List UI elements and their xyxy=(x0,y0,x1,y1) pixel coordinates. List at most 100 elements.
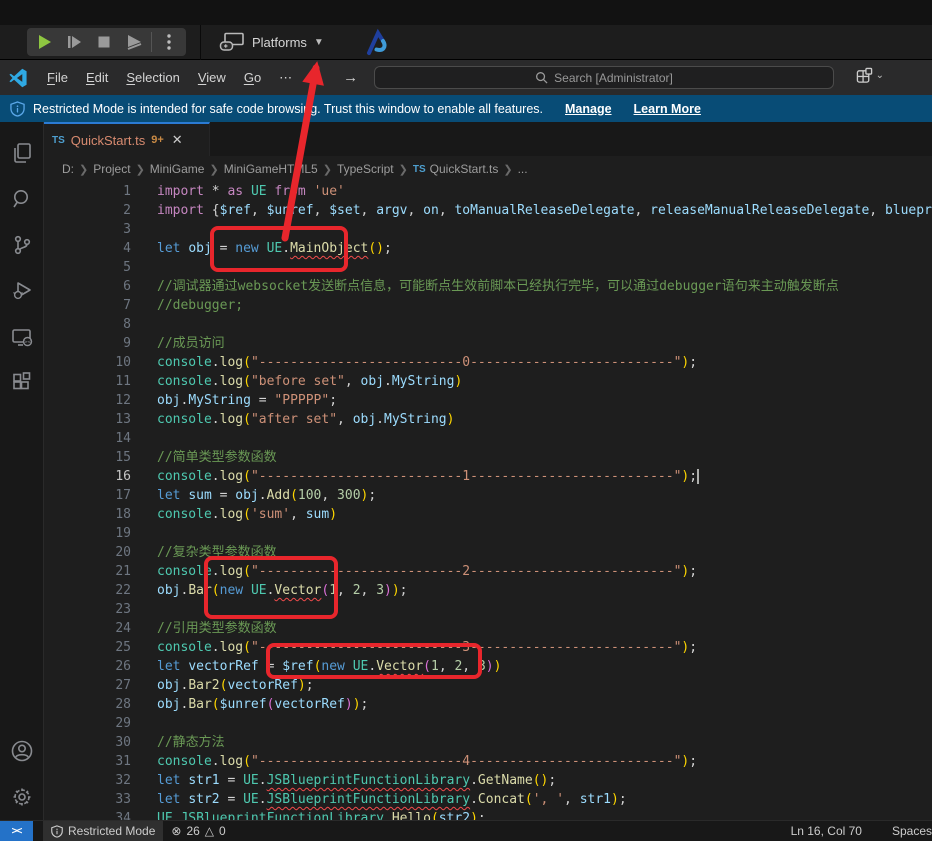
menu-item-selection[interactable]: Selection xyxy=(117,66,188,90)
code-line[interactable]: 25console.log("-------------------------… xyxy=(44,638,932,657)
code-line[interactable]: 9//成员访问 xyxy=(44,334,932,353)
code-line[interactable]: 6//调试器通过websocket发送断点信息，可能断点生效前脚本已经执行完毕，… xyxy=(44,277,932,296)
back-arrow-button[interactable]: ← xyxy=(301,69,334,86)
menu-item-view[interactable]: View xyxy=(189,66,235,90)
code-line[interactable]: 31console.log("-------------------------… xyxy=(44,752,932,771)
line-number: 21 xyxy=(44,562,131,581)
code-line[interactable]: 27obj.Bar2(vectorRef); xyxy=(44,676,932,695)
breadcrumb-separator: ❯ xyxy=(136,163,145,176)
frame-skip-button[interactable] xyxy=(59,28,89,56)
line-content xyxy=(131,600,157,619)
sidebar-item-explorer[interactable] xyxy=(0,130,44,176)
code-line[interactable]: 32let str1 = UE.JSBlueprintFunctionLibra… xyxy=(44,771,932,790)
code-line[interactable]: 28obj.Bar($unref(vectorRef)); xyxy=(44,695,932,714)
line-number: 7 xyxy=(44,296,131,315)
menu-item-go[interactable]: Go xyxy=(235,66,270,90)
sidebar-item-source-control[interactable] xyxy=(0,222,44,268)
code-line[interactable]: 13console.log("after set", obj.MyString) xyxy=(44,410,932,429)
play-button[interactable] xyxy=(29,28,59,56)
tab-label: QuickStart.ts xyxy=(71,133,145,148)
close-icon[interactable]: ✕ xyxy=(172,132,183,148)
code-line[interactable]: 20//复杂类型参数函数 xyxy=(44,543,932,562)
menu-item-edit[interactable]: Edit xyxy=(77,66,117,90)
frame-skip-icon xyxy=(65,33,83,51)
forward-arrow-button[interactable]: → xyxy=(334,69,367,86)
text-cursor xyxy=(697,469,699,484)
toolbar-separator xyxy=(151,32,152,52)
sidebar-item-run-debug[interactable] xyxy=(0,268,44,314)
play-options-button[interactable] xyxy=(154,28,184,56)
code-line[interactable]: 14 xyxy=(44,429,932,448)
problems-status[interactable]: ⊗ 26 △ 0 xyxy=(163,821,233,841)
code-line[interactable]: 33let str2 = UE.JSBlueprintFunctionLibra… xyxy=(44,790,932,809)
learn-more-link[interactable]: Learn More xyxy=(634,102,701,116)
code-line[interactable]: 12obj.MyString = "PPPPP"; xyxy=(44,391,932,410)
menu-item-[interactable]: ⋯ xyxy=(270,66,301,90)
remote-indicator[interactable]: >< xyxy=(0,821,33,841)
line-number: 30 xyxy=(44,733,131,752)
toolbar-divider xyxy=(200,25,201,60)
code-line[interactable]: 5 xyxy=(44,258,932,277)
line-content xyxy=(131,258,157,277)
vscode-titlebar: FileEditSelectionViewGo⋯ ← → Search [Adm… xyxy=(0,60,932,95)
code-line[interactable]: 18console.log('sum', sum) xyxy=(44,505,932,524)
code-line[interactable]: 19 xyxy=(44,524,932,543)
puerts-app-icon[interactable] xyxy=(364,28,390,56)
code-line[interactable]: 8 xyxy=(44,315,932,334)
code-line[interactable]: 15//简单类型参数函数 xyxy=(44,448,932,467)
line-content xyxy=(131,220,157,239)
breadcrumb-item[interactable]: ... xyxy=(518,162,528,176)
code-line[interactable]: 1import * as UE from 'ue' xyxy=(44,182,932,201)
code-line[interactable]: 21console.log("-------------------------… xyxy=(44,562,932,581)
line-content: obj.Bar2(vectorRef); xyxy=(131,676,314,695)
layout-toggle-button[interactable]: ⌄ xyxy=(856,67,884,84)
line-content: //静态方法 xyxy=(131,733,225,752)
code-line[interactable]: 4let obj = new UE.MainObject(); xyxy=(44,239,932,258)
breadcrumb-item[interactable]: MiniGameHTML5 xyxy=(224,162,318,176)
indentation-status[interactable]: Spaces xyxy=(884,821,932,841)
code-editor[interactable]: 1import * as UE from 'ue'2import {$ref, … xyxy=(44,182,932,820)
code-line[interactable]: 11console.log("before set", obj.MyString… xyxy=(44,372,932,391)
line-content: //成员访问 xyxy=(131,334,225,353)
code-line[interactable]: 26let vectorRef = $ref(new UE.Vector(1, … xyxy=(44,657,932,676)
line-number: 13 xyxy=(44,410,131,429)
code-line[interactable]: 7//debugger; xyxy=(44,296,932,315)
code-line[interactable]: 23 xyxy=(44,600,932,619)
stop-button[interactable] xyxy=(89,28,119,56)
breadcrumb-item[interactable]: MiniGame xyxy=(150,162,205,176)
account-button[interactable] xyxy=(0,728,44,774)
menu-item-file[interactable]: File xyxy=(38,66,77,90)
code-line[interactable]: 29 xyxy=(44,714,932,733)
code-line[interactable]: 22obj.Bar(new UE.Vector(1, 2, 3)); xyxy=(44,581,932,600)
line-content: import {$ref, $unref, $set, argv, on, to… xyxy=(131,201,932,220)
line-col-status[interactable]: Ln 16, Col 70 xyxy=(783,821,870,841)
shield-info-icon xyxy=(10,101,25,117)
sidebar-item-extensions[interactable] xyxy=(0,360,44,406)
code-line[interactable]: 30//静态方法 xyxy=(44,733,932,752)
code-line[interactable]: 17let sum = obj.Add(100, 300); xyxy=(44,486,932,505)
code-line[interactable]: 16console.log("-------------------------… xyxy=(44,467,932,486)
platforms-dropdown[interactable]: Platforms ▼ xyxy=(219,32,324,52)
code-line[interactable]: 3 xyxy=(44,220,932,239)
manage-link[interactable]: Manage xyxy=(565,102,612,116)
code-line[interactable]: 34UE.JSBlueprintFunctionLibrary.Hello(st… xyxy=(44,809,932,820)
code-line[interactable]: 2import {$ref, $unref, $set, argv, on, t… xyxy=(44,201,932,220)
breadcrumb-item[interactable]: Project xyxy=(93,162,130,176)
search-input[interactable]: Search [Administrator] xyxy=(374,66,834,89)
code-line[interactable]: 10console.log("-------------------------… xyxy=(44,353,932,372)
debug-icon xyxy=(10,279,34,303)
sidebar-item-remote-explorer[interactable]: >< xyxy=(0,314,44,360)
breadcrumb-item[interactable]: TypeScript xyxy=(337,162,394,176)
tab-quickstart[interactable]: TS QuickStart.ts 9+ ✕ xyxy=(44,122,210,156)
sidebar-item-search[interactable] xyxy=(0,176,44,222)
line-content: console.log("after set", obj.MyString) xyxy=(131,410,454,429)
breadcrumb-item[interactable]: D: xyxy=(62,162,74,176)
restricted-mode-status[interactable]: Restricted Mode xyxy=(43,821,163,841)
eject-button[interactable] xyxy=(119,28,149,56)
line-number: 19 xyxy=(44,524,131,543)
line-number: 15 xyxy=(44,448,131,467)
line-number: 27 xyxy=(44,676,131,695)
breadcrumb-item[interactable]: TSQuickStart.ts xyxy=(413,162,498,176)
settings-button[interactable] xyxy=(0,774,44,820)
code-line[interactable]: 24//引用类型参数函数 xyxy=(44,619,932,638)
